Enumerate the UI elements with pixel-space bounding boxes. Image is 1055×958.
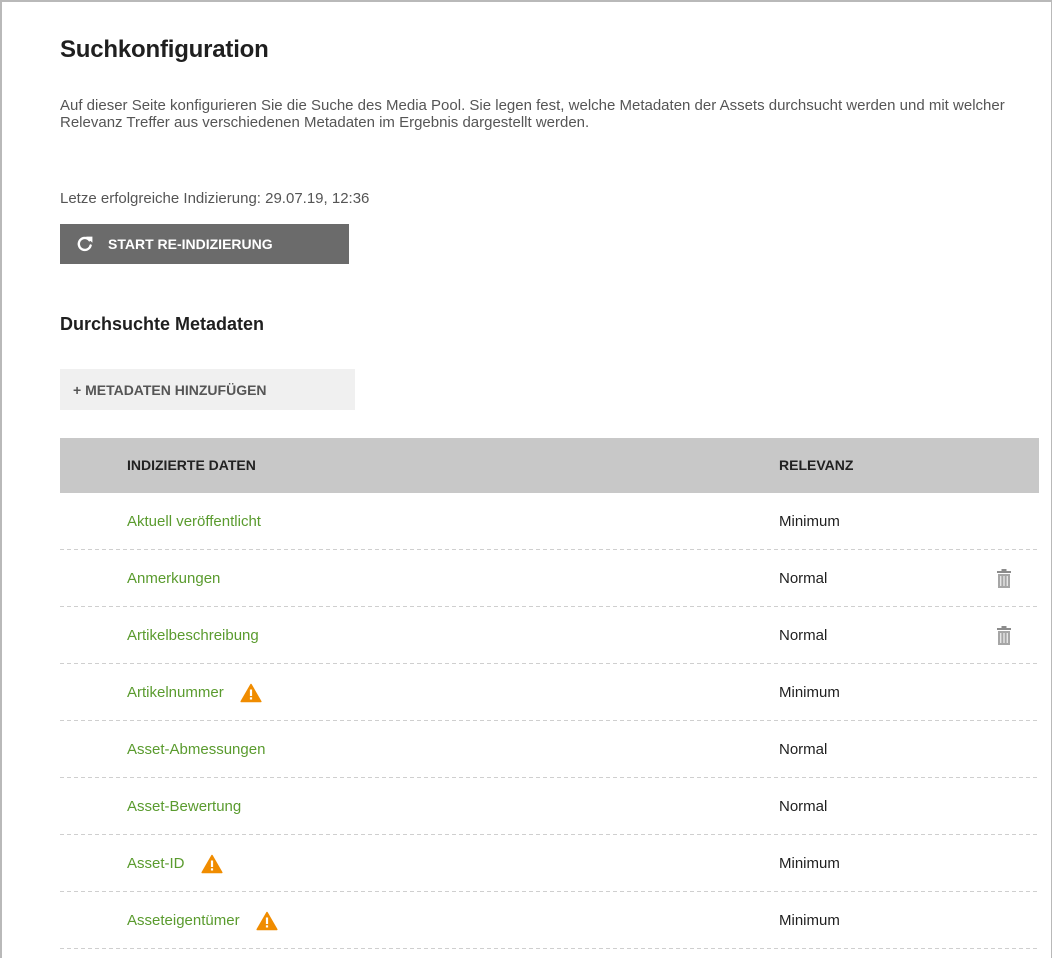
last-indexing-info: Letze erfolgreiche Indizierung: 29.07.19… [60, 190, 370, 207]
page-frame: Suchkonfiguration Auf dieser Seite konfi… [0, 0, 1052, 958]
warning-triangle-icon [256, 911, 278, 931]
metadata-name-text: Aktuell veröffentlicht [127, 513, 261, 530]
metadata-name-text: Anmerkungen [127, 570, 221, 587]
relevance-value[interactable]: Normal [779, 778, 827, 835]
relevance-value[interactable]: Minimum [779, 493, 840, 550]
relevance-value[interactable]: Normal [779, 607, 827, 664]
indexed-metadata-table: INDIZIERTE DATEN RELEVANZ Aktuell veröff… [60, 438, 1039, 949]
table-row: Anmerkungen Normal [60, 550, 1039, 607]
metadata-name-text: Artikelnummer [127, 684, 224, 701]
relevance-value[interactable]: Normal [779, 550, 827, 607]
table-row: Asset-Abmessungen Normal [60, 721, 1039, 778]
metadata-name-text: Asset-ID [127, 855, 185, 872]
column-header-relevance: RELEVANZ [779, 457, 854, 473]
metadata-section-title: Durchsuchte Metadaten [60, 314, 265, 334]
relevance-value[interactable]: Minimum [779, 664, 840, 721]
add-metadata-button[interactable]: + METADATEN HINZUFÜGEN [60, 369, 355, 410]
table-row: Asset-ID Minimum [60, 835, 1039, 892]
table-body: Aktuell veröffentlicht Minimum Anmerkungen… [60, 493, 1039, 949]
start-reindex-button[interactable]: START RE-INDIZIERUNG [60, 224, 349, 264]
metadata-name-link[interactable]: Artikelbeschreibung [127, 607, 259, 664]
table-row: Asset-Bewertung Normal [60, 778, 1039, 835]
refresh-icon [76, 235, 94, 253]
metadata-name-link[interactable]: Artikelnummer [127, 664, 262, 721]
page-intro: Auf dieser Seite konfigurieren Sie die S… [60, 97, 1005, 131]
table-row: Artikelbeschreibung Normal [60, 607, 1039, 664]
trash-icon[interactable] [994, 568, 1014, 590]
relevance-value[interactable]: Minimum [779, 835, 840, 892]
metadata-name-link[interactable]: Asset-ID [127, 835, 223, 892]
metadata-name-link[interactable]: Asseteigentümer [127, 892, 278, 949]
metadata-name-link[interactable]: Asset-Bewertung [127, 778, 241, 835]
trash-icon[interactable] [994, 625, 1014, 647]
warning-triangle-icon [200, 854, 223, 874]
table-header: INDIZIERTE DATEN RELEVANZ [60, 438, 1039, 493]
metadata-name-text: Asseteigentümer [127, 912, 240, 929]
table-row: Asseteigentümer Minimum [60, 892, 1039, 949]
table-row: Aktuell veröffentlicht Minimum [60, 493, 1039, 550]
metadata-name-text: Artikelbeschreibung [127, 627, 259, 644]
metadata-name-link[interactable]: Asset-Abmessungen [127, 721, 265, 778]
warning-triangle-icon [240, 683, 262, 703]
metadata-name-text: Asset-Abmessungen [127, 741, 266, 758]
metadata-name-link[interactable]: Anmerkungen [127, 550, 220, 607]
metadata-name-text: Asset-Bewertung [127, 798, 242, 815]
relevance-value[interactable]: Minimum [779, 892, 840, 949]
page-title: Suchkonfiguration [60, 36, 269, 63]
metadata-name-link[interactable]: Aktuell veröffentlicht [127, 493, 261, 550]
column-header-indexed-data: INDIZIERTE DATEN [127, 457, 256, 473]
relevance-value[interactable]: Normal [779, 721, 827, 778]
start-reindex-label: START RE-INDIZIERUNG [108, 236, 273, 252]
table-row: Artikelnummer Minimum [60, 664, 1039, 721]
